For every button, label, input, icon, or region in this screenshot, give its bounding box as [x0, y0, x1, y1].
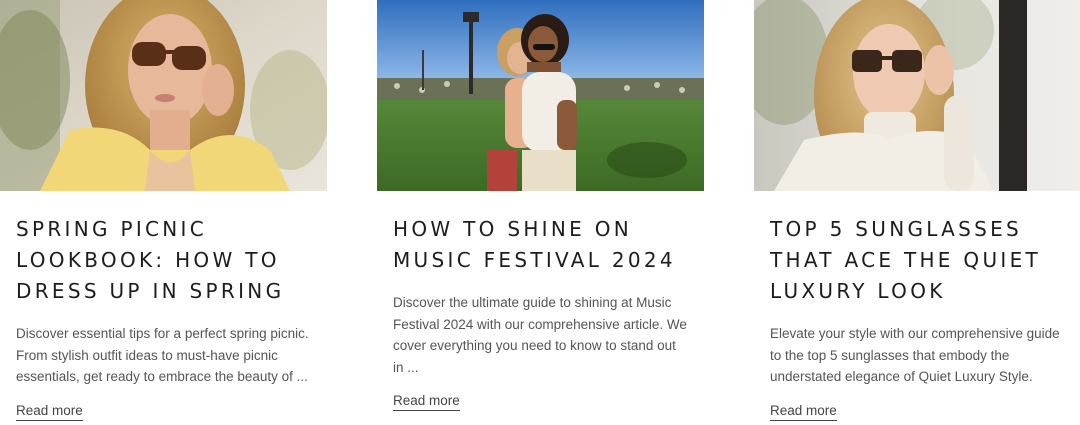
article-title[interactable]: How to Shine on Music Festival 2024 — [393, 214, 688, 276]
blog-grid: Spring Picnic Lookbook: How to Dress Up … — [0, 0, 1080, 425]
article-excerpt: Elevate your style with our comprehensiv… — [770, 326, 1060, 384]
blog-card: How to Shine on Music Festival 2024 Disc… — [377, 0, 704, 411]
read-more-link[interactable]: Read more — [393, 393, 460, 411]
article-excerpt: Discover essential tips for a perfect sp… — [16, 326, 309, 384]
article-title[interactable]: Top 5 Sunglasses That Ace the Quiet Luxu… — [770, 214, 1065, 307]
read-more-link[interactable]: Read more — [770, 403, 837, 421]
article-image-link[interactable] — [754, 0, 1080, 191]
friends-at-music-festival-image — [377, 0, 704, 191]
article-excerpt: Discover the ultimate guide to shining a… — [393, 295, 687, 375]
woman-sunglasses-yellow-cardigan-image — [0, 0, 327, 191]
article-title[interactable]: Spring Picnic Lookbook: How to Dress Up … — [16, 214, 311, 307]
article-image-link[interactable] — [0, 0, 327, 191]
blog-card: Top 5 Sunglasses That Ace the Quiet Luxu… — [754, 0, 1080, 421]
read-more-link[interactable]: Read more — [16, 403, 83, 421]
woman-turtleneck-sunglasses-image — [754, 0, 1080, 191]
article-image-link[interactable] — [377, 0, 704, 191]
blog-card: Spring Picnic Lookbook: How to Dress Up … — [0, 0, 327, 421]
